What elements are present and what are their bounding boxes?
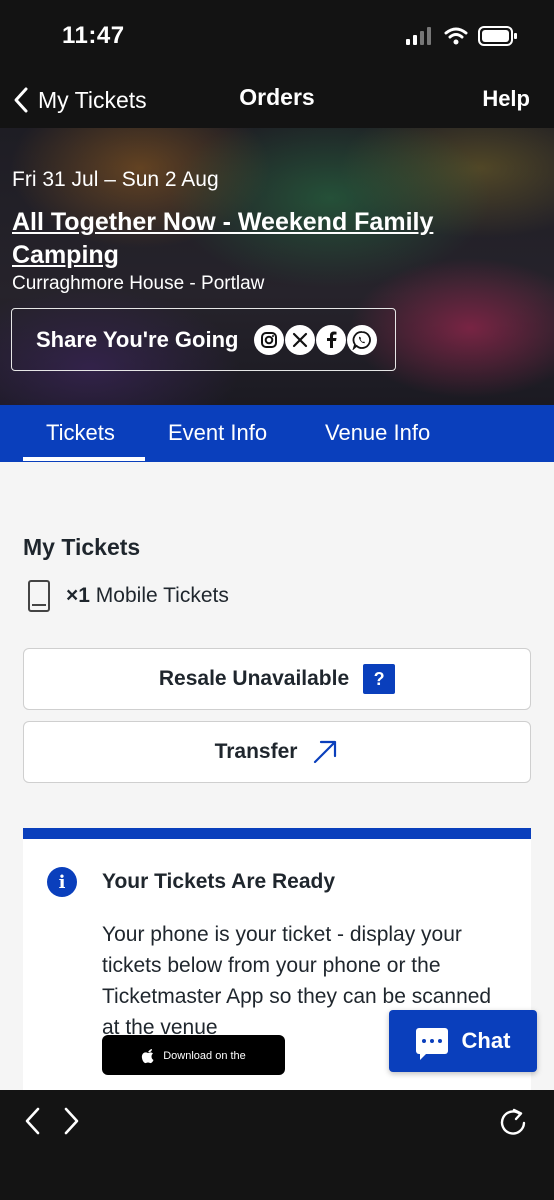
info-title: Your Tickets Are Ready xyxy=(102,870,336,893)
transfer-button[interactable]: Transfer xyxy=(23,721,531,783)
tab-venue-info[interactable]: Venue Info xyxy=(325,420,430,446)
app-store-label: Download on the xyxy=(163,1050,246,1062)
info-icon: i xyxy=(47,867,77,897)
status-time: 11:47 xyxy=(62,22,125,49)
tickets-panel: My Tickets ×1 Mobile Tickets Resale Unav… xyxy=(0,462,554,1090)
chat-label: Chat xyxy=(461,1028,511,1053)
ticket-type: Mobile Tickets xyxy=(95,584,229,607)
app-store-button[interactable]: Download on the xyxy=(102,1035,285,1075)
facebook-icon[interactable] xyxy=(316,325,346,355)
reload-icon[interactable] xyxy=(498,1104,528,1138)
nav-bar: My Tickets Orders Help xyxy=(0,72,554,128)
whatsapp-icon[interactable] xyxy=(347,325,377,355)
battery-icon xyxy=(478,26,517,46)
status-icons xyxy=(406,26,518,46)
chat-bubble-icon xyxy=(415,1028,448,1060)
active-tab-indicator xyxy=(23,457,145,461)
instagram-icon[interactable] xyxy=(254,325,284,355)
tab-tickets[interactable]: Tickets xyxy=(46,420,115,446)
browser-back-icon[interactable] xyxy=(22,1104,44,1138)
event-title-link[interactable]: All Together Now - Weekend Family Campin… xyxy=(12,206,482,272)
resale-button[interactable]: Resale Unavailable ? xyxy=(23,648,531,710)
arrow-up-right-icon xyxy=(314,740,337,764)
browser-toolbar xyxy=(0,1090,554,1200)
help-icon[interactable]: ? xyxy=(363,664,396,694)
ticket-count: ×1 Mobile Tickets xyxy=(28,580,229,612)
share-icons xyxy=(254,325,377,355)
chat-button[interactable]: Chat xyxy=(389,1010,537,1072)
section-title: My Tickets xyxy=(23,534,141,560)
cellular-signal-icon xyxy=(406,27,431,45)
mobile-phone-icon xyxy=(28,580,50,612)
event-venue: Curraghmore House - Portlaw xyxy=(12,273,265,294)
ticket-count-text: ×1 Mobile Tickets xyxy=(66,584,229,608)
tab-event-info[interactable]: Event Info xyxy=(168,420,267,446)
event-tabs: Tickets Event Info Venue Info xyxy=(0,405,554,462)
status-bar: 11:47 xyxy=(0,0,554,72)
page-title: Orders xyxy=(239,84,315,110)
help-link[interactable]: Help xyxy=(482,86,530,112)
resale-label: Resale Unavailable xyxy=(158,667,350,690)
share-button[interactable]: Share You're Going xyxy=(11,308,396,371)
ticket-quantity: ×1 xyxy=(66,584,90,607)
event-header: Fri 31 Jul – Sun 2 Aug All Together Now … xyxy=(0,128,554,405)
wifi-icon xyxy=(444,27,468,45)
share-label: Share You're Going xyxy=(36,327,239,352)
browser-forward-icon[interactable] xyxy=(60,1104,82,1138)
transfer-label: Transfer xyxy=(214,740,298,763)
x-icon[interactable] xyxy=(285,325,315,355)
apple-icon xyxy=(142,1049,154,1064)
event-dates: Fri 31 Jul – Sun 2 Aug xyxy=(12,168,219,191)
